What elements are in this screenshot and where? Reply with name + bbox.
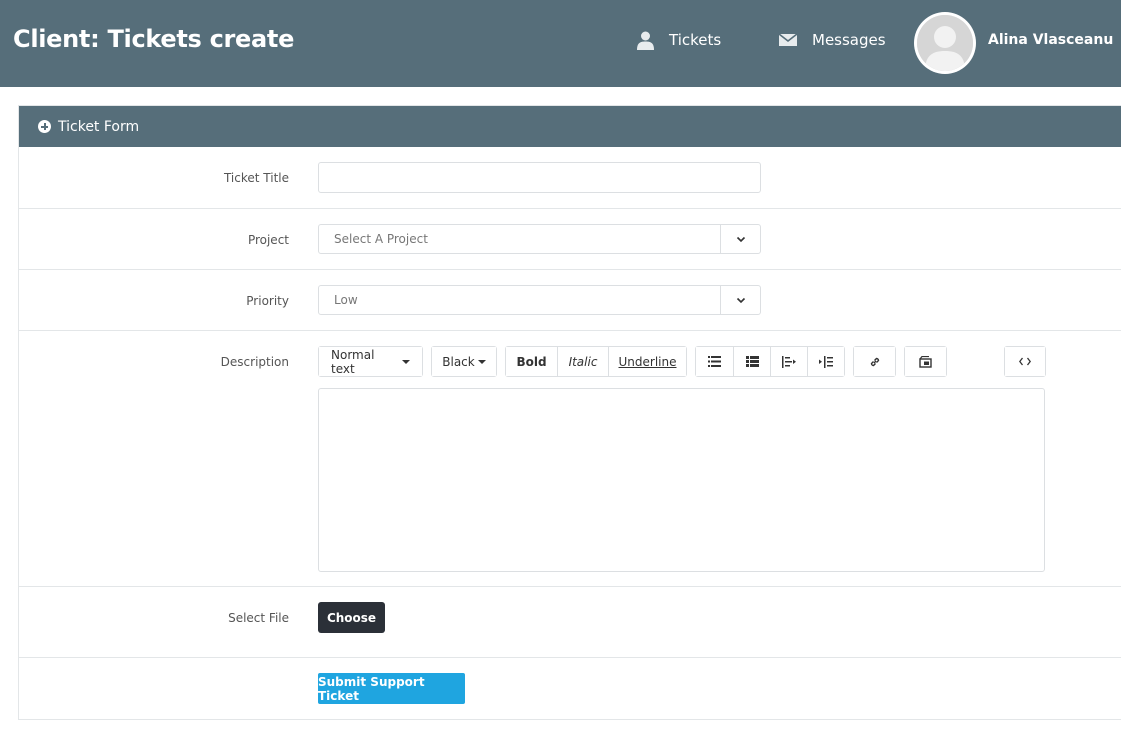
list-ul-icon (708, 356, 721, 367)
priority-select-value: Low (334, 293, 358, 307)
page-title: Client: Tickets create (13, 25, 295, 53)
insert-image-button[interactable] (905, 347, 946, 376)
image-group (904, 346, 947, 377)
submit-row: Submit Support Ticket (19, 658, 1121, 720)
panel-header: Ticket Form (19, 106, 1121, 147)
outdent-button[interactable] (770, 347, 807, 376)
select-file-label: Select File (228, 611, 289, 625)
user-name[interactable]: Alina Vlasceanu (988, 32, 1113, 48)
format-group: Bold Italic Underline (505, 346, 687, 377)
html-view-button[interactable] (1005, 347, 1045, 376)
list-ol-icon (745, 356, 759, 367)
project-label: Project (247, 233, 289, 247)
priority-row: Priority Low (19, 270, 1121, 331)
outdent-icon (782, 355, 796, 368)
select-file-row: Select File Choose (19, 587, 1121, 658)
project-row: Project Select A Project (19, 209, 1121, 270)
text-color-value: Black (442, 354, 475, 369)
avatar[interactable] (914, 12, 976, 74)
project-select[interactable]: Select A Project (318, 224, 761, 254)
chevron-down-icon[interactable] (720, 225, 760, 253)
caret-down-icon (477, 359, 486, 364)
unordered-list-button[interactable] (696, 347, 733, 376)
description-row: Description Normal text Black Bold Itali… (19, 331, 1121, 587)
nav-messages-label: Messages (812, 31, 886, 49)
user-icon (637, 31, 654, 50)
project-select-value: Select A Project (334, 232, 428, 246)
nav-tickets[interactable]: Tickets (636, 28, 721, 52)
html-group (1004, 346, 1046, 377)
envelope-icon (778, 33, 798, 46)
ordered-list-button[interactable] (733, 347, 770, 376)
caret-down-icon (402, 359, 410, 364)
description-editor[interactable] (318, 388, 1045, 572)
ticket-title-label: Ticket Title (223, 171, 289, 185)
italic-button[interactable]: Italic (557, 347, 608, 376)
underline-button[interactable]: Underline (608, 347, 686, 376)
nav-tickets-label: Tickets (669, 31, 722, 49)
ticket-form-panel: Ticket Form Ticket Title Project Select … (18, 105, 1121, 720)
list-group (695, 346, 845, 377)
text-color-dropdown[interactable]: Black (431, 346, 497, 377)
link-group (853, 346, 896, 377)
text-color-button[interactable]: Black (432, 347, 496, 376)
plus-circle-icon (38, 120, 51, 133)
editor-toolbar: Normal text Black Bold Italic Underline (19, 346, 1121, 377)
priority-select[interactable]: Low (318, 285, 761, 315)
top-bar: Client: Tickets create Tickets Messages … (0, 0, 1121, 87)
link-icon (870, 357, 879, 366)
text-style-value: Normal text (331, 347, 375, 376)
avatar-placeholder-icon (917, 15, 973, 71)
picture-icon (919, 355, 932, 368)
ticket-title-row: Ticket Title (19, 147, 1121, 209)
priority-label: Priority (246, 294, 289, 308)
indent-button[interactable] (807, 347, 844, 376)
chevron-down-icon[interactable] (720, 286, 760, 314)
text-style-dropdown[interactable]: Normal text (318, 346, 423, 377)
panel-title: Ticket Form (58, 118, 140, 135)
bold-button[interactable]: Bold (506, 347, 557, 376)
nav-messages[interactable]: Messages (778, 28, 886, 52)
indent-icon (819, 355, 833, 368)
submit-ticket-button[interactable]: Submit Support Ticket (318, 673, 465, 704)
choose-file-button[interactable]: Choose (318, 602, 385, 633)
code-icon (1019, 357, 1031, 366)
ticket-title-input[interactable] (318, 162, 761, 193)
link-button[interactable] (854, 347, 895, 376)
text-style-button[interactable]: Normal text (319, 347, 422, 376)
